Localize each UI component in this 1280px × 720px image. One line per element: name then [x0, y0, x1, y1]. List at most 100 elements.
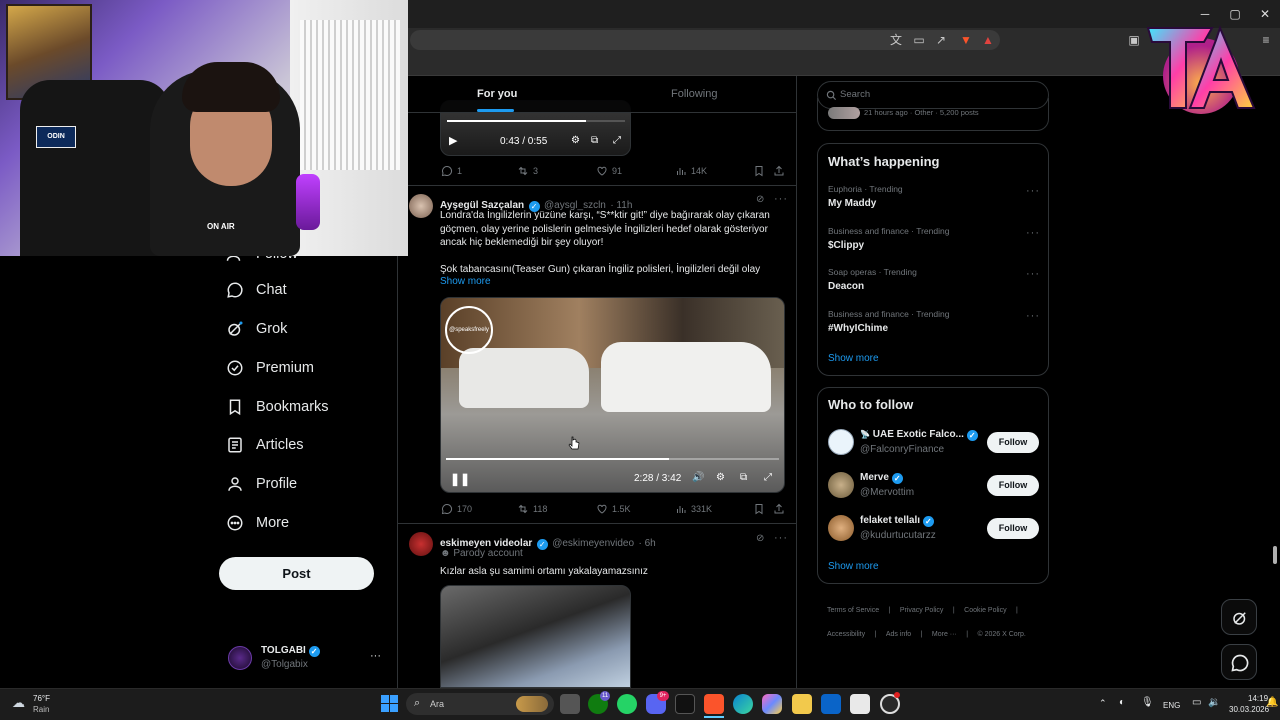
share-icon[interactable]: ↗ [933, 32, 949, 48]
bookmark-button[interactable] [753, 503, 765, 515]
tweet-image[interactable] [440, 585, 631, 688]
repost-button[interactable]: 3 [517, 165, 538, 177]
terminal-icon[interactable] [675, 694, 695, 714]
views-button[interactable]: 331K [675, 503, 712, 515]
avatar[interactable] [409, 532, 433, 556]
trend-more-icon[interactable]: ··· [1026, 185, 1040, 197]
views-button[interactable]: 14K [675, 165, 707, 177]
trend-item[interactable]: Euphoria · Trending My Maddy ··· [818, 181, 1048, 221]
outlook-icon[interactable] [821, 694, 841, 714]
pip-icon[interactable]: ⧉ [740, 472, 747, 483]
video-progress-track[interactable] [446, 458, 779, 460]
copilot-icon[interactable] [762, 694, 782, 714]
language-indicator[interactable]: ENG [1163, 701, 1180, 710]
volume-icon[interactable]: 🔊 [692, 472, 704, 483]
trend-item[interactable]: Business and finance · Trending $Clippy … [818, 223, 1048, 263]
footer-link-privacy[interactable]: Privacy Policy [900, 607, 944, 614]
trend-more-icon[interactable]: ··· [1026, 268, 1040, 280]
play-icon[interactable]: ▶ [449, 134, 457, 147]
sidebar-item-articles[interactable]: Articles [226, 431, 304, 459]
follow-button[interactable]: Follow [987, 518, 1039, 539]
sidebar-toggle-icon[interactable]: ▣ [1126, 32, 1142, 48]
video-progress-track[interactable] [447, 120, 625, 122]
file-explorer-icon[interactable] [792, 694, 812, 714]
whatsapp-icon[interactable] [617, 694, 637, 714]
grok-fab[interactable] [1221, 599, 1257, 635]
like-button[interactable]: 91 [596, 165, 622, 177]
taskbar-search[interactable]: ⌕ Ara [406, 693, 554, 715]
start-icon[interactable] [381, 695, 398, 712]
trend-more-icon[interactable]: ··· [1026, 227, 1040, 239]
sidebar-item-bookmarks[interactable]: Bookmarks [226, 393, 329, 421]
brave-rewards-icon[interactable]: ▲ [980, 32, 996, 48]
network-icon[interactable]: ▭ [1192, 697, 1201, 708]
tweet-author-handle[interactable]: @eskimeyenvideo [552, 538, 634, 549]
grok-explain-icon[interactable]: ⊘ [756, 533, 764, 544]
brave-icon[interactable] [704, 694, 724, 714]
tweet-more-icon[interactable]: ··· [774, 532, 788, 544]
cast-icon[interactable]: ▭ [911, 32, 927, 48]
bookmark-button[interactable] [753, 165, 765, 177]
scrollbar-thumb[interactable] [1273, 546, 1277, 564]
volume-icon[interactable]: 🔉 [1208, 697, 1220, 708]
task-view-icon[interactable] [560, 694, 580, 714]
sidebar-item-chat[interactable]: Chat [226, 276, 287, 304]
settings-icon[interactable]: ⚙ [571, 135, 580, 146]
sidebar-item-profile[interactable]: Profile [226, 470, 297, 498]
avatar[interactable] [409, 194, 433, 218]
follow-button[interactable]: Follow [987, 432, 1039, 453]
tweet-more-icon[interactable]: ··· [774, 193, 788, 205]
share-button[interactable] [773, 165, 785, 177]
reply-button[interactable]: 170 [441, 503, 472, 515]
settings-icon[interactable]: ⚙ [716, 472, 725, 483]
account-switcher[interactable]: TOLGABI ✓ @Tolgabix [261, 645, 320, 670]
avatar[interactable] [228, 646, 252, 670]
share-button[interactable] [773, 503, 785, 515]
pause-icon[interactable]: ❚❚ [450, 472, 470, 486]
like-button[interactable]: 1.5K [596, 503, 631, 515]
fullscreen-icon[interactable]: ⤢ [613, 135, 621, 146]
pip-icon[interactable]: ⧉ [591, 135, 598, 146]
brave-shield-icon[interactable]: ▼ [958, 32, 974, 48]
show-more-link[interactable]: Show more [440, 276, 491, 287]
translate-icon[interactable]: 文 [888, 32, 904, 48]
messages-fab[interactable] [1221, 644, 1257, 680]
microsoft-store-icon[interactable] [850, 694, 870, 714]
post-button[interactable]: Post [219, 557, 374, 590]
tab-following[interactable]: Following [671, 76, 717, 113]
tweet-time[interactable]: · 6h [639, 538, 656, 549]
clock-date[interactable]: 30.03.2026 [1229, 705, 1269, 714]
grok-explain-icon[interactable]: ⊘ [756, 194, 764, 205]
follow-button[interactable]: Follow [987, 475, 1039, 496]
microphone-icon[interactable]: 🎙 [1141, 697, 1154, 708]
show-more-link[interactable]: Show more [828, 561, 879, 572]
follow-suggestion[interactable]: felaket tellalı ✓ @kudurtucutarzz Follow [818, 510, 1048, 550]
repost-button[interactable]: 118 [517, 503, 547, 515]
footer-link-more[interactable]: More ··· [932, 631, 957, 638]
footer-link-ads-info[interactable]: Ads info [886, 631, 911, 638]
trend-item[interactable]: Business and finance · Trending #WhyIChi… [818, 305, 1048, 345]
menu-icon[interactable]: ≡ [1258, 32, 1274, 48]
footer-link-terms[interactable]: Terms of Service [827, 607, 879, 614]
follow-suggestion[interactable]: 📡 UAE Exotic Falco... ✓ @FalconryFinance… [818, 424, 1048, 464]
weather-temp[interactable]: 76°F [33, 694, 50, 703]
account-menu-icon[interactable]: ··· [370, 650, 381, 662]
trend-more-icon[interactable]: ··· [1026, 310, 1040, 322]
reply-button[interactable]: 1 [441, 165, 462, 177]
follow-suggestion[interactable]: Merve ✓ @Mervottim Follow [818, 467, 1048, 507]
edge-icon[interactable] [733, 694, 753, 714]
footer-link-cookies[interactable]: Cookie Policy [964, 607, 1006, 614]
sidebar-item-premium[interactable]: Premium [226, 354, 314, 382]
trend-item[interactable]: Soap operas · Trending Deacon ··· [818, 264, 1048, 304]
sidebar-item-more[interactable]: More [226, 509, 289, 537]
tab-for-you[interactable]: For you [477, 76, 517, 113]
fullscreen-icon[interactable]: ⤢ [764, 472, 772, 483]
sidebar-item-grok[interactable]: Grok [226, 315, 287, 343]
weather-icon[interactable]: ☁ [12, 695, 25, 711]
tray-app-icon[interactable]: ◐ [1119, 697, 1125, 708]
tray-overflow-icon[interactable]: ⌃ [1099, 698, 1107, 709]
video-player[interactable]: @speaksfreely ❚❚ 2:28 / 3:42 🔊 ⚙ ⧉ ⤢ [440, 297, 785, 493]
notification-bell-icon[interactable]: 🔔 [1266, 697, 1278, 708]
footer-link-accessibility[interactable]: Accessibility [827, 631, 865, 638]
show-more-link[interactable]: Show more [828, 353, 879, 364]
